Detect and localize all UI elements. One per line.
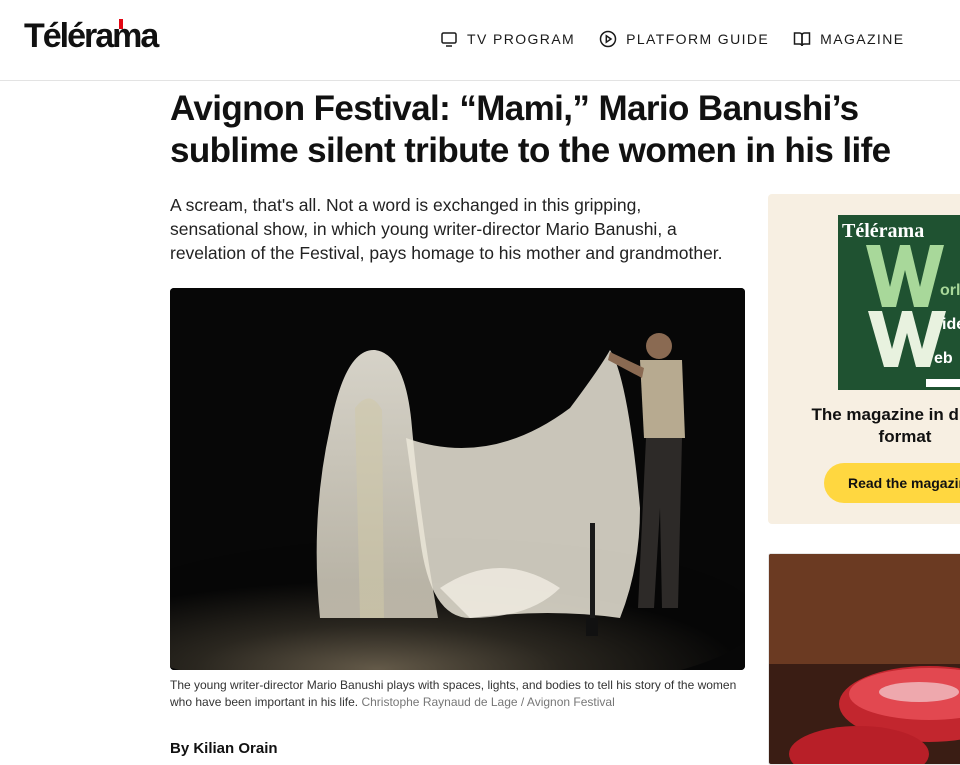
photo-credit: Christophe Raynaud de Lage / Avignon Fes…	[361, 695, 615, 709]
cover-brand: Télérama	[842, 220, 924, 242]
magazine-cover-art: Télérama orld ide eb	[838, 215, 960, 390]
article-lede: A scream, that's all. Not a word is exch…	[170, 195, 723, 263]
article-title: Avignon Festival: “Mami,” Mario Banushi’…	[170, 89, 891, 170]
nav-tv-program[interactable]: TV PROGRAM	[440, 30, 575, 48]
article-byline[interactable]: By Kilian Orain	[170, 740, 278, 757]
book-icon	[793, 32, 811, 47]
article-photo	[170, 288, 745, 670]
sidebar-card[interactable]	[768, 553, 960, 765]
site-logo[interactable]: Télérama	[24, 16, 159, 56]
nav-label: PLATFORM GUIDE	[626, 31, 770, 47]
cover-word-world: orld	[940, 282, 960, 299]
photo-caption: The young writer-director Mario Banushi …	[170, 677, 750, 711]
nav-platform-guide[interactable]: PLATFORM GUIDE	[599, 30, 769, 48]
magazine-cover[interactable]: Télérama orld ide eb	[838, 215, 960, 390]
nav-magazine[interactable]: MAGAZINE	[793, 30, 904, 48]
cover-word-web: eb	[934, 350, 953, 367]
play-icon	[599, 30, 617, 48]
logo-accent	[119, 19, 123, 29]
tv-icon	[441, 32, 457, 47]
site-header: Télérama TV PROGRAM PLATFORM GUIDE MAGAZ…	[0, 0, 960, 81]
card-image	[769, 554, 960, 764]
read-magazine-button[interactable]: Read the magazine	[824, 463, 960, 503]
nav-label: MAGAZINE	[820, 31, 905, 47]
stage-photo-illustration	[170, 288, 745, 670]
promo-title: The magazine in digital format	[811, 405, 960, 446]
nav-label: TV PROGRAM	[467, 31, 576, 47]
cover-word-wide: ide	[942, 316, 960, 333]
main-nav: TV PROGRAM PLATFORM GUIDE MAGAZINE	[440, 27, 928, 51]
